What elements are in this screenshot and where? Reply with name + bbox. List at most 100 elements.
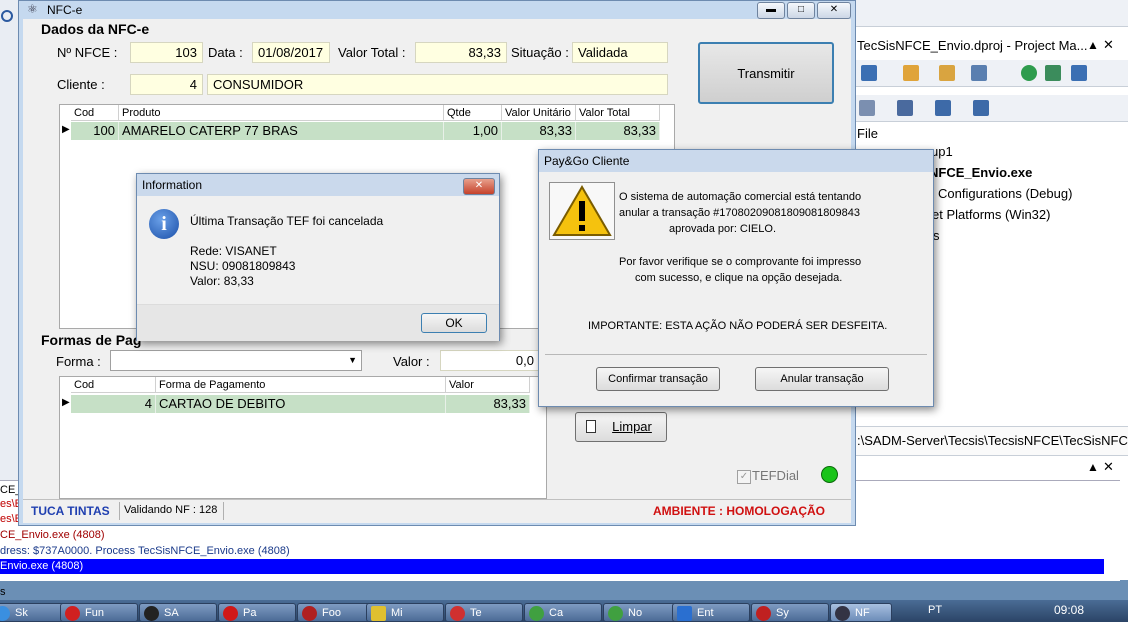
dialog-titlebar[interactable]: Pay&Go Cliente — [539, 150, 933, 172]
col-header-valor-total[interactable]: Valor Total — [576, 105, 660, 121]
app-icon — [835, 606, 850, 621]
close-button[interactable]: ✕ — [463, 178, 495, 195]
dialog-separator — [545, 354, 927, 355]
task-item[interactable]: SA — [139, 603, 217, 622]
table-cell[interactable]: 83,33 — [446, 395, 530, 413]
close-icon[interactable]: ✕ — [1103, 37, 1114, 53]
table-cell[interactable]: 1,00 — [444, 122, 502, 140]
cancel-transaction-button[interactable]: Anular transação — [755, 367, 889, 391]
paygo-line: O sistema de automação comercial está te… — [619, 191, 862, 203]
col-header-qtde[interactable]: Qtde — [444, 105, 502, 121]
col-header-cod[interactable]: Cod — [71, 105, 119, 121]
table-cell[interactable]: 4 — [71, 395, 156, 413]
minimize-button[interactable]: ▬ — [757, 2, 785, 19]
task-item[interactable]: Fun — [60, 603, 138, 622]
task-item[interactable]: No — [603, 603, 681, 622]
status-environment: AMBIENTE : HOMOLOGAÇÃO — [653, 504, 825, 518]
valor-field[interactable]: 0,0 — [440, 350, 540, 371]
forma-select[interactable]: ▼ — [110, 350, 362, 371]
app-icon — [756, 606, 771, 621]
nfce-titlebar[interactable]: ⚛ NFC-e ▬ □ ✕ — [19, 1, 855, 19]
task-item-active[interactable]: NF — [830, 603, 892, 622]
col-header-valor[interactable]: Valor — [446, 377, 530, 393]
col-header-valor-unitario[interactable]: Valor Unitário — [502, 105, 576, 121]
paygo-line: Por favor verifique se o comprovante foi… — [619, 256, 862, 268]
list-icon[interactable] — [859, 100, 875, 116]
pin-icon[interactable]: ▲ — [1087, 38, 1099, 52]
chevron-down-icon[interactable]: ▼ — [348, 351, 357, 370]
ok-button[interactable]: OK — [421, 313, 487, 333]
task-item[interactable]: Ent — [672, 603, 750, 622]
payments-grid[interactable]: Cod Forma de Pagamento Valor ▶ 4 CARTAO … — [59, 376, 547, 499]
path-bar: :\SADM-Server\Tecsis\TecsisNFCE\TecSisNF… — [853, 426, 1128, 456]
app-icon: ⚛ — [27, 2, 38, 16]
table-cell[interactable]: 83,33 — [576, 122, 660, 140]
task-label: Sk — [15, 607, 28, 619]
task-item[interactable]: Foo — [297, 603, 375, 622]
folder-icon[interactable] — [939, 65, 955, 81]
tree-item-exe[interactable]: NFCE_Envio.exe — [929, 165, 1032, 180]
close-icon[interactable]: ✕ — [1103, 459, 1114, 475]
tree-item-platforms[interactable]: et Platforms (Win32) — [932, 207, 1050, 222]
confirm-transaction-button[interactable]: Confirmar transação — [596, 367, 720, 391]
num-nfce-field[interactable]: 103 — [130, 42, 203, 63]
task-label: SA — [164, 607, 179, 619]
paygo-dialog: Pay&Go Cliente O sistema de automação co… — [538, 149, 934, 407]
col-header-forma[interactable]: Forma de Pagamento — [156, 377, 446, 393]
limpar-label: Limpar — [612, 419, 652, 434]
view-icon[interactable] — [971, 65, 987, 81]
status-led — [821, 466, 838, 483]
language-indicator[interactable]: PT — [928, 604, 942, 616]
table-cell[interactable]: CARTAO DE DEBITO — [156, 395, 446, 413]
window-title: NFC-e — [47, 3, 83, 17]
new-folder-icon[interactable] — [903, 65, 919, 81]
pin-icon[interactable]: ▲ — [1087, 460, 1099, 474]
collapse-icon[interactable] — [1071, 65, 1087, 81]
maximize-button[interactable]: □ — [787, 2, 815, 19]
task-item[interactable]: Sy — [751, 603, 829, 622]
add-icon[interactable] — [861, 65, 877, 81]
tree-item-config[interactable]: Configurations (Debug) — [938, 186, 1072, 201]
task-item[interactable]: Mi — [366, 603, 444, 622]
task-item[interactable]: Pa — [218, 603, 296, 622]
table-cell[interactable]: AMARELO CATERP 77 BRAS — [119, 122, 444, 140]
paygo-line: com sucesso, e clique na opção desejada. — [635, 272, 843, 284]
valor-total-field[interactable]: 83,33 — [415, 42, 507, 63]
section-title-dados: Dados da NFC-e — [41, 21, 150, 37]
row-indicator-icon: ▶ — [62, 397, 70, 408]
task-item[interactable]: Ca — [524, 603, 602, 622]
tefdial-checkbox[interactable]: ✓ — [737, 470, 751, 484]
app-icon — [529, 606, 544, 621]
check-icon[interactable] — [935, 100, 951, 116]
status-company: TUCA TINTAS — [31, 504, 110, 518]
paygo-line: anular a transação #17080209081809081809… — [619, 207, 860, 219]
task-label: Te — [470, 607, 482, 619]
tree-item[interactable]: up1 — [931, 144, 953, 159]
situacao-field[interactable]: Validada — [572, 42, 668, 63]
table-cell[interactable]: 83,33 — [502, 122, 576, 140]
col-header-produto[interactable]: Produto — [119, 105, 444, 121]
project-manager-tab[interactable]: TecSisNFCE_Envio.dproj - Project Ma... — [857, 38, 1087, 53]
limpar-button[interactable]: Limpar — [575, 412, 667, 442]
dialog-titlebar[interactable]: Information — [137, 174, 499, 196]
settings-icon[interactable] — [973, 100, 989, 116]
cliente-name-field[interactable]: CONSUMIDOR — [207, 74, 668, 95]
task-item[interactable]: Te — [445, 603, 523, 622]
refresh-icon[interactable] — [1021, 65, 1037, 81]
expand-icon[interactable] — [1045, 65, 1061, 81]
col-header-cod[interactable]: Cod — [71, 377, 156, 393]
task-label: Ca — [549, 607, 564, 619]
search-icon[interactable] — [1, 10, 13, 22]
info-rede: Rede: VISANET — [190, 244, 277, 258]
close-button[interactable]: ✕ — [817, 2, 851, 19]
path-text: :\SADM-Server\Tecsis\TecsisNFCE\TecSisNF… — [857, 433, 1128, 448]
log-line-selected[interactable]: Envio.exe (4808) — [0, 559, 1104, 574]
transmitir-button[interactable]: Transmitir — [698, 42, 834, 104]
build-icon[interactable] — [897, 100, 913, 116]
warning-icon — [552, 185, 612, 236]
cliente-code-field[interactable]: 4 — [130, 74, 203, 95]
clock[interactable]: 09:08 — [1054, 603, 1084, 617]
table-cell[interactable]: 100 — [71, 122, 119, 140]
task-item[interactable]: Sk — [0, 603, 68, 622]
data-field[interactable]: 01/08/2017 — [252, 42, 330, 63]
